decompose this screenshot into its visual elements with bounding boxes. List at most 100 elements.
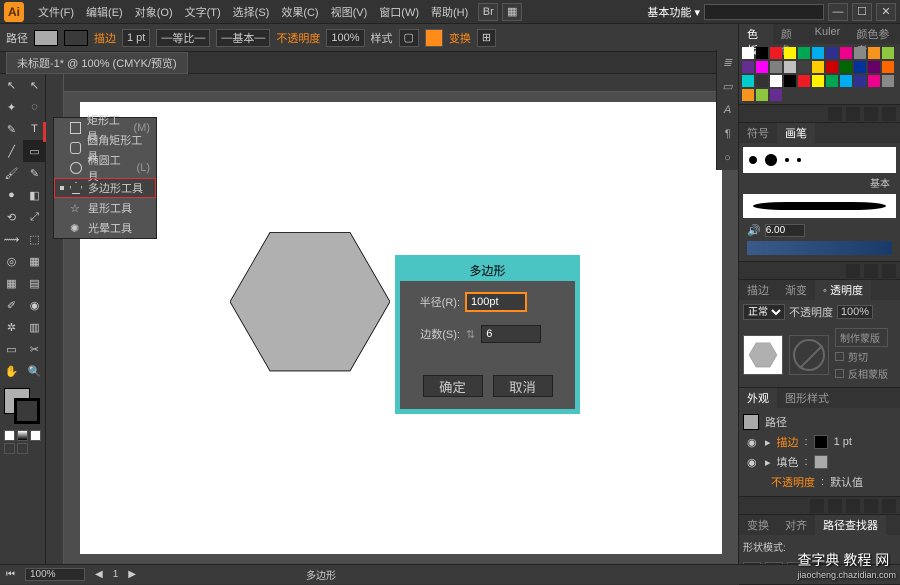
new-stroke-icon[interactable] [828,499,842,513]
arrange-icon[interactable]: ▦ [502,3,522,21]
pencil-tool[interactable]: ✎ [23,162,46,184]
menu-edit[interactable]: 编辑(E) [80,4,129,20]
delete-brush-icon[interactable] [882,264,896,278]
opacity-input[interactable]: 100% [326,29,364,47]
stroke-width-input[interactable]: 1 pt [122,29,150,47]
swatch-item[interactable] [770,75,782,87]
menu-view[interactable]: 视图(V) [325,4,374,20]
transform-panel-tab[interactable]: 变换 [739,515,777,535]
menu-file[interactable]: 文件(F) [32,4,80,20]
new-swatch-icon[interactable] [864,107,878,121]
swatch-item[interactable] [784,47,796,59]
shape-builder-tool[interactable]: ◎ [0,250,23,272]
menu-effect[interactable]: 效果(C) [275,4,324,20]
slice-tool[interactable]: ✂ [23,338,46,360]
cancel-button[interactable]: 取消 [493,375,553,397]
shape-tool[interactable]: ▭ [23,140,46,162]
align-icon[interactable]: ⊞ [477,29,496,47]
polygon-tool-item[interactable]: 多边形工具 [54,178,156,198]
fill-swatch[interactable] [34,30,58,46]
artboards-panel-icon[interactable]: ▭ [717,74,738,98]
new-brush-icon[interactable] [864,264,878,278]
window-min-icon[interactable]: — [828,3,848,21]
style-picker[interactable]: ▢ [399,29,419,47]
eye-icon[interactable]: ◉ [747,456,759,469]
swatch-item[interactable] [840,75,852,87]
perspective-tool[interactable]: ▦ [23,250,46,272]
swatches-grid[interactable] [739,44,900,104]
opacity-value[interactable]: 100% [837,305,873,319]
swatch-item[interactable] [826,75,838,87]
swatch-item[interactable] [784,61,796,73]
width-tool[interactable]: ⟿ [0,228,23,250]
menu-type[interactable]: 文字(T) [179,4,227,20]
brushes-tab[interactable]: 画笔 [777,123,815,143]
swatch-options-icon[interactable] [846,107,860,121]
clear-appearance-icon[interactable] [864,499,878,513]
appearance-fill-row[interactable]: ◉ ▸ 填色: [743,452,896,472]
swatch-item[interactable] [742,89,754,101]
swatch-item[interactable] [770,89,782,101]
star-tool-item[interactable]: ☆ 星形工具 [54,198,156,218]
layers-panel-icon[interactable]: ≣ [717,50,738,74]
zoom-tool[interactable]: 🔍 [23,360,46,382]
appearance-tab[interactable]: 外观 [739,388,777,408]
invert-checkbox[interactable] [835,369,844,378]
colorguide-tab[interactable]: 颜色参考 [848,24,900,44]
mesh-tool[interactable]: ▦ [0,272,23,294]
stroke-color-swatch[interactable] [814,435,828,449]
swatch-item[interactable] [826,47,838,59]
scale-tool[interactable]: ⤢ [23,206,46,228]
blend-mode-select[interactable]: 正常 [743,304,785,320]
appearance-stroke-row[interactable]: ◉ ▸ 描边: 1 pt [743,432,896,452]
brush-profile[interactable]: — 基本 — [216,29,270,47]
kuler-tab[interactable]: Kuler [807,24,849,44]
color-mode-icon[interactable] [4,430,15,441]
search-input[interactable] [704,4,824,20]
width-profile[interactable]: — 等比 — [156,29,210,47]
nav-first-icon[interactable]: ⏮ [6,569,15,580]
swatch-item[interactable] [868,47,880,59]
object-thumb[interactable] [743,335,783,375]
swatch-item[interactable] [812,61,824,73]
brush-lib-icon[interactable] [846,264,860,278]
line-tool[interactable]: ╱ [0,140,23,162]
screen-mode-full[interactable] [17,443,28,454]
recolor-icon[interactable] [425,29,443,47]
links-panel-icon[interactable]: ○ [717,146,738,170]
eraser-tool[interactable]: ◧ [23,184,46,206]
rotate-tool[interactable]: ⟲ [0,206,23,228]
gradient-mode-icon[interactable] [17,430,28,441]
mask-thumb[interactable] [789,335,829,375]
bridge-icon[interactable]: Br [478,3,498,21]
new-fill-icon[interactable] [810,499,824,513]
paragraph-panel-icon[interactable]: ¶ [717,122,738,146]
transparency-tab[interactable]: ◦ 透明度 [815,280,871,300]
window-max-icon[interactable]: ☐ [852,3,872,21]
document-tab[interactable]: 未标题-1* @ 100% (CMYK/预览) [6,52,188,74]
gradient-tool[interactable]: ▤ [23,272,46,294]
swatch-item[interactable] [770,47,782,59]
stroke-tab[interactable]: 描边 [739,280,777,300]
swatch-item[interactable] [854,61,866,73]
sides-input[interactable] [481,325,541,343]
swatch-item[interactable] [882,75,894,87]
toolbox-stroke-swatch[interactable] [14,398,40,424]
swatch-item[interactable] [812,47,824,59]
nav-prev-icon[interactable]: ◀ [95,569,103,580]
swatch-item[interactable] [756,75,768,87]
swatch-item[interactable] [868,61,880,73]
menu-window[interactable]: 窗口(W) [373,4,425,20]
free-transform-tool[interactable]: ⬚ [23,228,46,250]
swatch-item[interactable] [770,61,782,73]
radius-input[interactable] [466,293,526,311]
brush-list[interactable] [743,147,896,173]
window-close-icon[interactable]: ✕ [876,3,896,21]
type-panel-icon[interactable]: A [717,98,738,122]
swatch-item[interactable] [812,75,824,87]
hexagon-shape[interactable] [230,232,390,372]
magic-wand-tool[interactable]: ✦ [0,96,23,118]
symbols-tab[interactable]: 符号 [739,123,777,143]
add-effect-icon[interactable] [846,499,860,513]
symbol-sprayer-tool[interactable]: ✲ [0,316,23,338]
